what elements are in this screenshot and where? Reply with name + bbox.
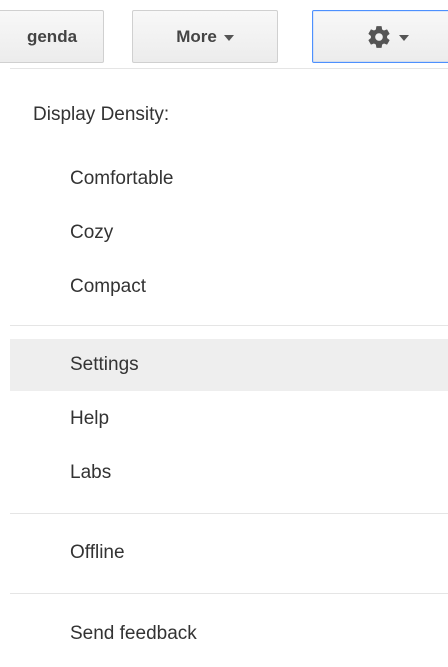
density-option-cozy[interactable]: Cozy [10, 207, 448, 259]
more-button-label: More [176, 26, 217, 46]
chevron-down-icon [398, 34, 409, 41]
more-button[interactable]: More [132, 10, 278, 63]
page: genda More Display Density: Comfortable … [0, 0, 448, 667]
menu-separator [10, 513, 448, 514]
menu-separator [10, 325, 448, 326]
settings-menu-button-content [366, 24, 409, 50]
menu-item-help[interactable]: Help [10, 393, 448, 445]
settings-menu-button[interactable] [312, 10, 448, 63]
menu-item-offline[interactable]: Offline [10, 527, 448, 579]
toolbar: genda More [0, 0, 448, 70]
toolbar-divider [10, 68, 448, 69]
density-option-compact[interactable]: Compact [10, 261, 448, 313]
agenda-button-label: genda [26, 26, 78, 46]
agenda-button[interactable]: genda [0, 10, 104, 63]
chevron-down-icon [223, 34, 234, 41]
display-density-heading: Display Density: [33, 104, 170, 125]
menu-item-send-feedback[interactable]: Send feedback [10, 608, 448, 660]
menu-separator [10, 593, 448, 594]
menu-item-labs[interactable]: Labs [10, 447, 448, 499]
density-option-comfortable[interactable]: Comfortable [10, 153, 448, 205]
menu-item-settings[interactable]: Settings [10, 339, 448, 391]
gear-icon [366, 24, 392, 50]
